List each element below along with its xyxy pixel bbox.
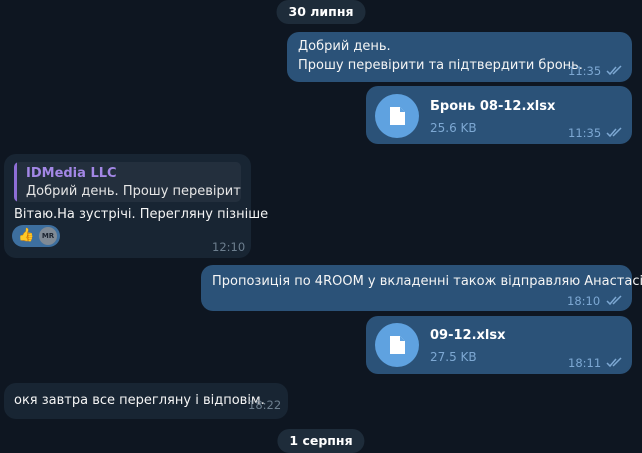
incoming-message[interactable]: IDMedia LLC Добрий день. Прошу перевірит… <box>4 154 268 258</box>
outgoing-file-message[interactable]: Бронь 08-12.xlsx 25.6 KB 11:35 <box>366 86 632 144</box>
file-size: 25.6 KB <box>430 121 477 135</box>
outgoing-message[interactable]: Добрий день. Прошу перевірити та підтвер… <box>287 32 632 82</box>
read-checkmarks-icon <box>606 357 622 368</box>
reply-author: IDMedia LLC <box>26 166 117 181</box>
reply-text: Добрий день. Прошу перевірит... <box>26 184 241 199</box>
message-time: 18:11 <box>568 356 602 370</box>
message-time: 18:22 <box>248 398 282 412</box>
file-name[interactable]: Бронь 08-12.xlsx <box>430 99 555 114</box>
message-time: 12:10 <box>212 240 246 254</box>
date-separator: 1 серпня <box>277 429 365 453</box>
file-name[interactable]: 09-12.xlsx <box>430 328 505 343</box>
read-checkmarks-icon <box>606 127 622 138</box>
message-text: Вітаю.На зустрічі. Перегляну пізніше <box>14 207 269 222</box>
message-text: окя завтра все перегляну і відповім. <box>14 393 265 408</box>
message-time: 11:35 <box>568 126 602 140</box>
date-separator: 30 липня <box>276 0 366 24</box>
file-icon[interactable] <box>375 323 419 367</box>
avatar: MR <box>39 227 57 245</box>
message-text: Пропозиція по 4ROOM у вкладенні також ві… <box>212 274 642 289</box>
message-time: 18:10 <box>567 294 601 308</box>
reply-bar <box>14 162 17 202</box>
outgoing-message[interactable]: Пропозиція по 4ROOM у вкладенні також ві… <box>201 265 642 311</box>
outgoing-file-message[interactable]: 09-12.xlsx 27.5 KB 18:11 <box>366 316 632 374</box>
message-time: 11:35 <box>568 64 602 78</box>
reply-preview[interactable]: IDMedia LLC Добрий день. Прошу перевірит… <box>14 162 241 202</box>
read-checkmarks-icon <box>606 295 622 306</box>
reaction-badge[interactable]: 👍 MR <box>12 225 60 247</box>
file-icon[interactable] <box>375 94 419 138</box>
thumbs-up-icon: 👍 <box>18 228 35 243</box>
incoming-message[interactable]: окя завтра все перегляну і відповім. 18:… <box>4 383 288 419</box>
file-size: 27.5 KB <box>430 350 477 364</box>
message-text-line: Прошу перевірити та підтвердити бронь. <box>298 58 583 73</box>
read-checkmarks-icon <box>606 65 622 76</box>
message-text-line: Добрий день. <box>298 39 391 54</box>
